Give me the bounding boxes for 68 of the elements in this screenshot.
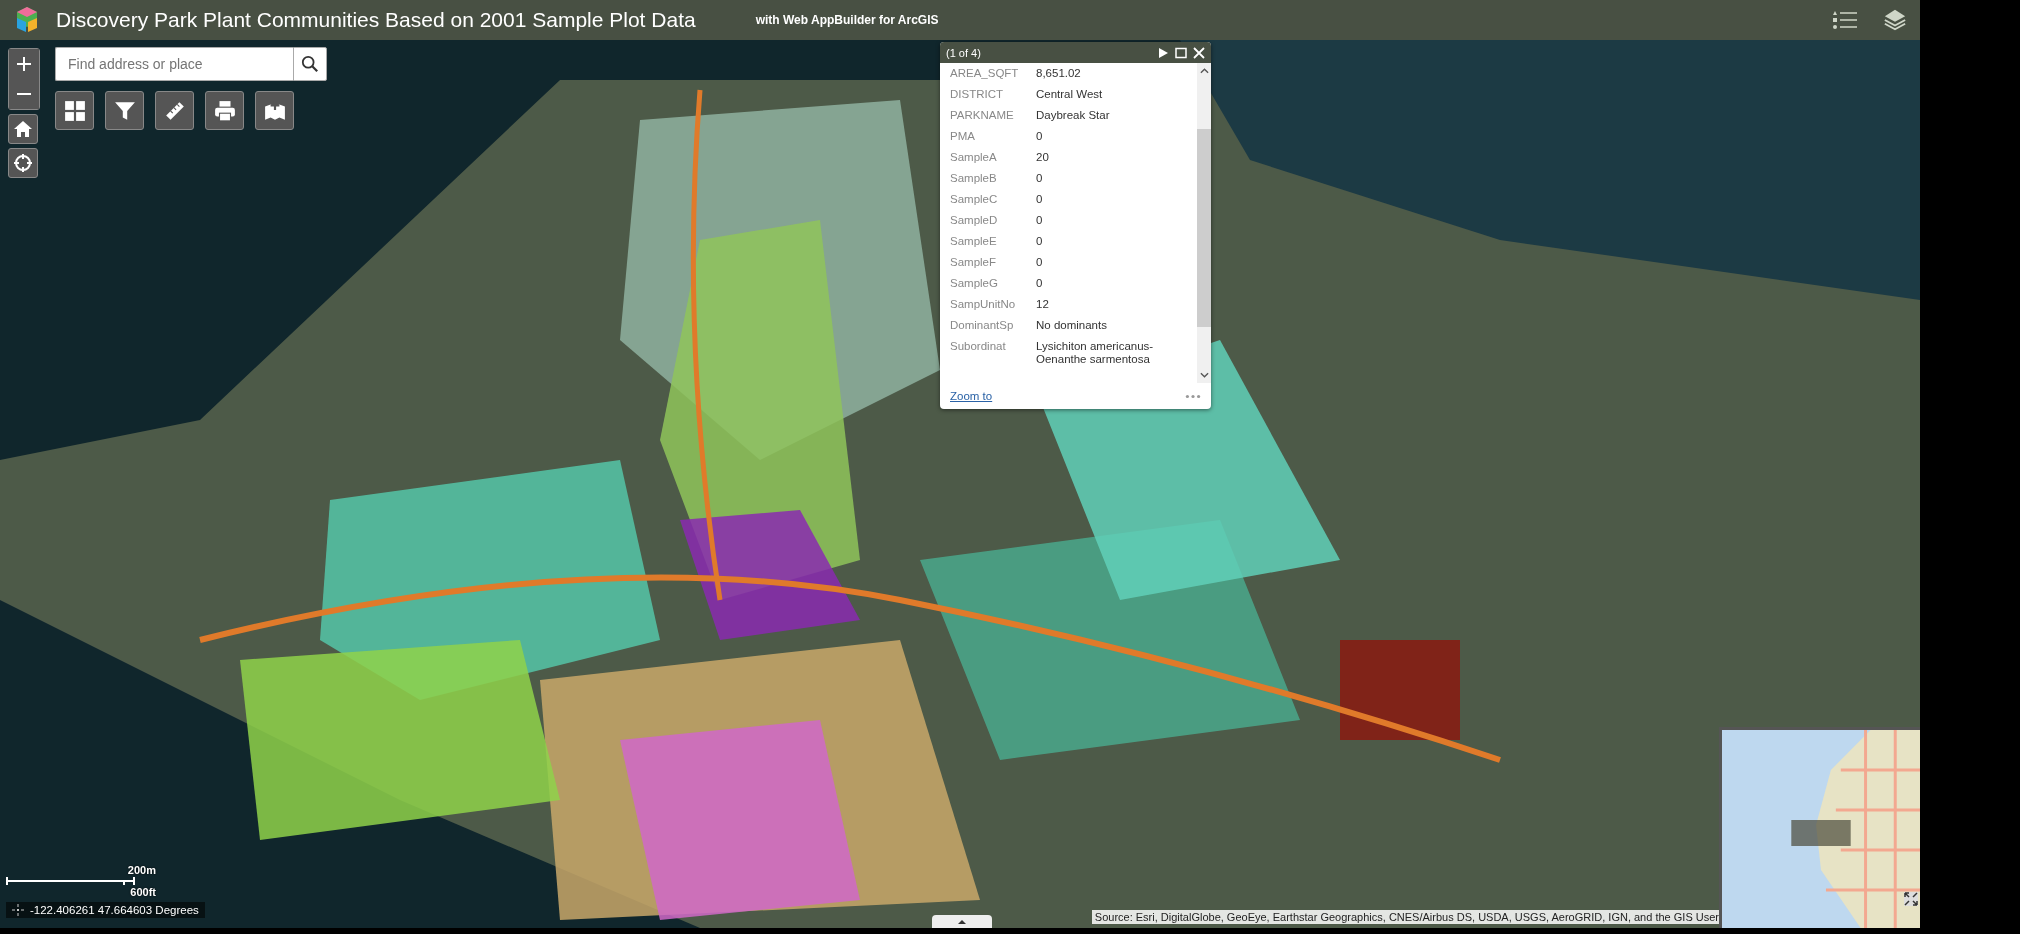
- locate-button[interactable]: [8, 148, 38, 178]
- field-value: 0: [1036, 193, 1044, 206]
- scroll-down-icon[interactable]: [1199, 372, 1209, 378]
- field-value: 0: [1036, 235, 1044, 248]
- more-icon[interactable]: [1185, 393, 1201, 399]
- field-value: 12: [1036, 298, 1050, 311]
- field-value: Central West: [1036, 88, 1104, 101]
- field-value: Daybreak Star: [1036, 109, 1111, 122]
- field-value: Lysichiton americanus-Oenanthe sarmentosa: [1036, 340, 1155, 366]
- zoom-to-link[interactable]: Zoom to: [950, 390, 993, 402]
- field-label: SampleG: [950, 277, 999, 290]
- close-icon[interactable]: [1193, 46, 1205, 59]
- filter-button[interactable]: [105, 91, 144, 130]
- add-data-button[interactable]: [255, 91, 294, 130]
- popup-counter: (1 of 4): [946, 46, 981, 59]
- field-label: SampleC: [950, 193, 999, 206]
- field-value: 0: [1036, 277, 1044, 290]
- field-value: 8,651.02: [1036, 67, 1082, 80]
- ruler-button[interactable]: [155, 91, 194, 130]
- aerial-map-drawing[interactable]: [0, 40, 1920, 928]
- app-title: Discovery Park Plant Communities Based on 2001 Sample Plot Data: [56, 8, 696, 32]
- attribution-text: Source: Esri, DigitalGlobe, GeoEye, Earthstar Geographics, CNES/Airbus DS, USDA, USGS, AeroGRID, IGN, and the GIS User: [1091, 910, 1722, 924]
- field-value: 0: [1036, 130, 1044, 143]
- field-label: SampleE: [950, 235, 998, 248]
- scale-label: 600ft: [130, 886, 156, 898]
- field-label: AREA_SQFT: [950, 67, 1020, 80]
- coordinates-text: -122.406261 47.664603 Degrees: [30, 904, 199, 916]
- home-icon: [13, 119, 33, 139]
- field-value: No dominants: [1036, 319, 1108, 332]
- printer-icon: [213, 99, 236, 122]
- print-button[interactable]: [205, 91, 244, 130]
- filter-icon: [113, 99, 136, 122]
- field-label: SampleB: [950, 172, 998, 185]
- attribution-toggle[interactable]: [932, 915, 992, 928]
- search-field[interactable]: Find address or place: [55, 47, 293, 81]
- crosshair-icon: [13, 153, 33, 173]
- field-label: SampleA: [950, 151, 998, 164]
- caret-icon: [957, 918, 967, 925]
- grid-button[interactable]: [55, 91, 94, 130]
- field-label: DominantSp: [950, 319, 1015, 332]
- app-subtitle: with Web AppBuilder for ArcGIS: [755, 13, 939, 27]
- field-label: SampleF: [950, 256, 998, 269]
- field-label: SampUnitNo: [950, 298, 1017, 311]
- scrollbar[interactable]: [1197, 63, 1211, 383]
- search-button[interactable]: [293, 47, 327, 81]
- field-value: 0: [1036, 172, 1044, 185]
- expand-icon[interactable]: [1904, 892, 1918, 906]
- field-label: DISTRICT: [950, 88, 1005, 101]
- home-button[interactable]: [8, 114, 38, 144]
- grid-icon: [63, 99, 86, 122]
- field-label: PMA: [950, 130, 976, 143]
- scroll-up-icon[interactable]: [1199, 68, 1209, 74]
- field-label: PARKNAME: [950, 109, 1015, 122]
- plus-icon: [16, 56, 32, 72]
- maximize-icon[interactable]: [1175, 46, 1187, 59]
- field-label: Subordinat: [950, 340, 1007, 354]
- field-value: 0: [1036, 256, 1044, 269]
- scale-bar-icon: [6, 876, 136, 886]
- minus-icon: [16, 93, 32, 95]
- crosshair-icon[interactable]: [12, 904, 24, 916]
- layers-icon[interactable]: [1882, 8, 1908, 32]
- scale-label: 200m: [127, 864, 156, 876]
- ruler-icon: [163, 99, 186, 122]
- next-icon[interactable]: [1157, 46, 1169, 59]
- search-icon: [301, 55, 319, 73]
- field-value: 20: [1036, 151, 1050, 164]
- field-label: SampleD: [950, 214, 999, 227]
- field-value: 0: [1036, 214, 1044, 227]
